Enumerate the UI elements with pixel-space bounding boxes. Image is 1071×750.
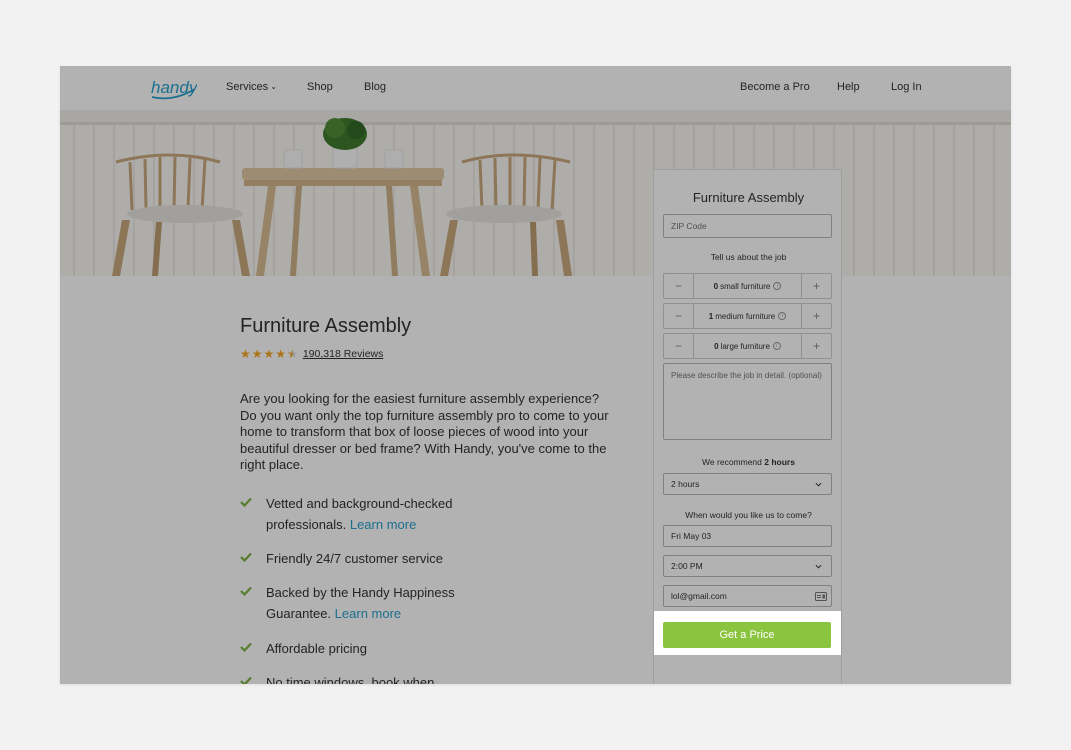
get-a-price-button[interactable]: Get a Price	[663, 622, 831, 648]
check-icon	[240, 586, 252, 596]
job-details-textarea[interactable]	[663, 363, 832, 440]
svg-text:handy: handy	[151, 78, 197, 97]
feature-item: Vetted and background-checked profession…	[240, 493, 500, 535]
nav-services-label: Services	[226, 81, 269, 93]
booking-card: Furniture Assembly Tell us about the job…	[653, 169, 842, 684]
booking-title: Furniture Assembly	[692, 190, 805, 205]
handy-logo[interactable]: handy	[149, 71, 197, 103]
increment-button[interactable]: +	[801, 274, 831, 298]
when-label: When would you like us to come?	[685, 510, 812, 520]
chevron-down-icon	[815, 482, 822, 487]
decrement-button[interactable]: −	[664, 274, 694, 298]
date-input[interactable]: Fri May 03	[663, 525, 832, 547]
rating: ★ ★ ★ ★ ★ 190,318 Reviews	[240, 347, 383, 361]
feature-item: Friendly 24/7 customer service	[240, 548, 500, 569]
page-title: Furniture Assembly	[240, 315, 412, 337]
star-icon: ★	[275, 347, 287, 361]
nav-blog[interactable]: Blog	[364, 81, 386, 93]
site-header: handy Services ⌄ Shop Blog Become a Pro H…	[60, 66, 1011, 110]
time-select[interactable]: 2:00 PM	[663, 555, 832, 577]
stepper-value: 0 large furniture i	[694, 334, 801, 358]
learn-more-link[interactable]: Learn more	[335, 606, 401, 621]
reviews-link[interactable]: 190,318 Reviews	[303, 348, 384, 360]
job-label: Tell us about the job	[710, 252, 787, 262]
increment-button[interactable]: +	[801, 304, 831, 328]
stepper-value: 1 medium furniture i	[694, 304, 801, 328]
check-icon	[240, 676, 252, 684]
nav-services[interactable]: Services ⌄	[226, 81, 277, 93]
learn-more-link[interactable]: Learn more	[350, 517, 416, 532]
email-value: lol@gmail.com	[671, 591, 727, 601]
cta-highlight: Get a Price	[654, 611, 841, 655]
check-icon	[240, 642, 252, 652]
feature-item: No time windows, book when	[240, 672, 500, 684]
browser-viewport: handy Services ⌄ Shop Blog Become a Pro H…	[60, 66, 1011, 684]
nav-help[interactable]: Help	[837, 81, 860, 93]
star-icon: ★	[263, 347, 275, 361]
feature-item: Affordable pricing	[240, 638, 500, 659]
info-icon[interactable]: i	[773, 282, 782, 290]
decrement-button[interactable]: −	[664, 334, 694, 358]
zip-code-input[interactable]	[663, 214, 832, 238]
info-icon[interactable]: i	[778, 312, 787, 320]
hours-select[interactable]: 2 hours	[663, 473, 832, 495]
star-icon: ★	[251, 347, 263, 361]
hero-image	[60, 110, 1011, 276]
credit-card-icon	[815, 592, 827, 601]
small-furniture-stepper: − 0 small furniture i +	[663, 273, 832, 299]
recommend-label: We recommend 2 hours	[702, 457, 795, 467]
chevron-down-icon	[815, 564, 822, 569]
feature-text: No time windows, book when	[266, 675, 435, 684]
stepper-value: 0 small furniture i	[694, 274, 801, 298]
hours-value: 2 hours	[671, 479, 700, 489]
medium-furniture-stepper: − 1 medium furniture i +	[663, 303, 832, 329]
time-value: 2:00 PM	[671, 561, 703, 571]
half-star-icon: ★	[287, 347, 298, 361]
nav-shop[interactable]: Shop	[307, 81, 333, 93]
feature-text: Affordable pricing	[266, 641, 367, 656]
info-icon[interactable]: i	[772, 342, 781, 350]
large-furniture-stepper: − 0 large furniture i +	[663, 333, 832, 359]
email-input[interactable]: lol@gmail.com	[663, 585, 832, 607]
intro-paragraph: Are you looking for the easiest furnitur…	[240, 391, 609, 473]
star-icon: ★	[240, 347, 251, 361]
nav-log-in[interactable]: Log In	[891, 81, 922, 93]
check-icon	[240, 497, 252, 507]
feature-text: Friendly 24/7 customer service	[266, 551, 444, 566]
date-value: Fri May 03	[671, 531, 712, 541]
decrement-button[interactable]: −	[664, 304, 694, 328]
nav-become-a-pro[interactable]: Become a Pro	[740, 81, 810, 93]
chevron-down-icon: ⌄	[270, 82, 277, 91]
check-icon	[240, 552, 252, 562]
increment-button[interactable]: +	[801, 334, 831, 358]
feature-item: Backed by the Handy Happiness Guarantee.…	[240, 582, 500, 624]
